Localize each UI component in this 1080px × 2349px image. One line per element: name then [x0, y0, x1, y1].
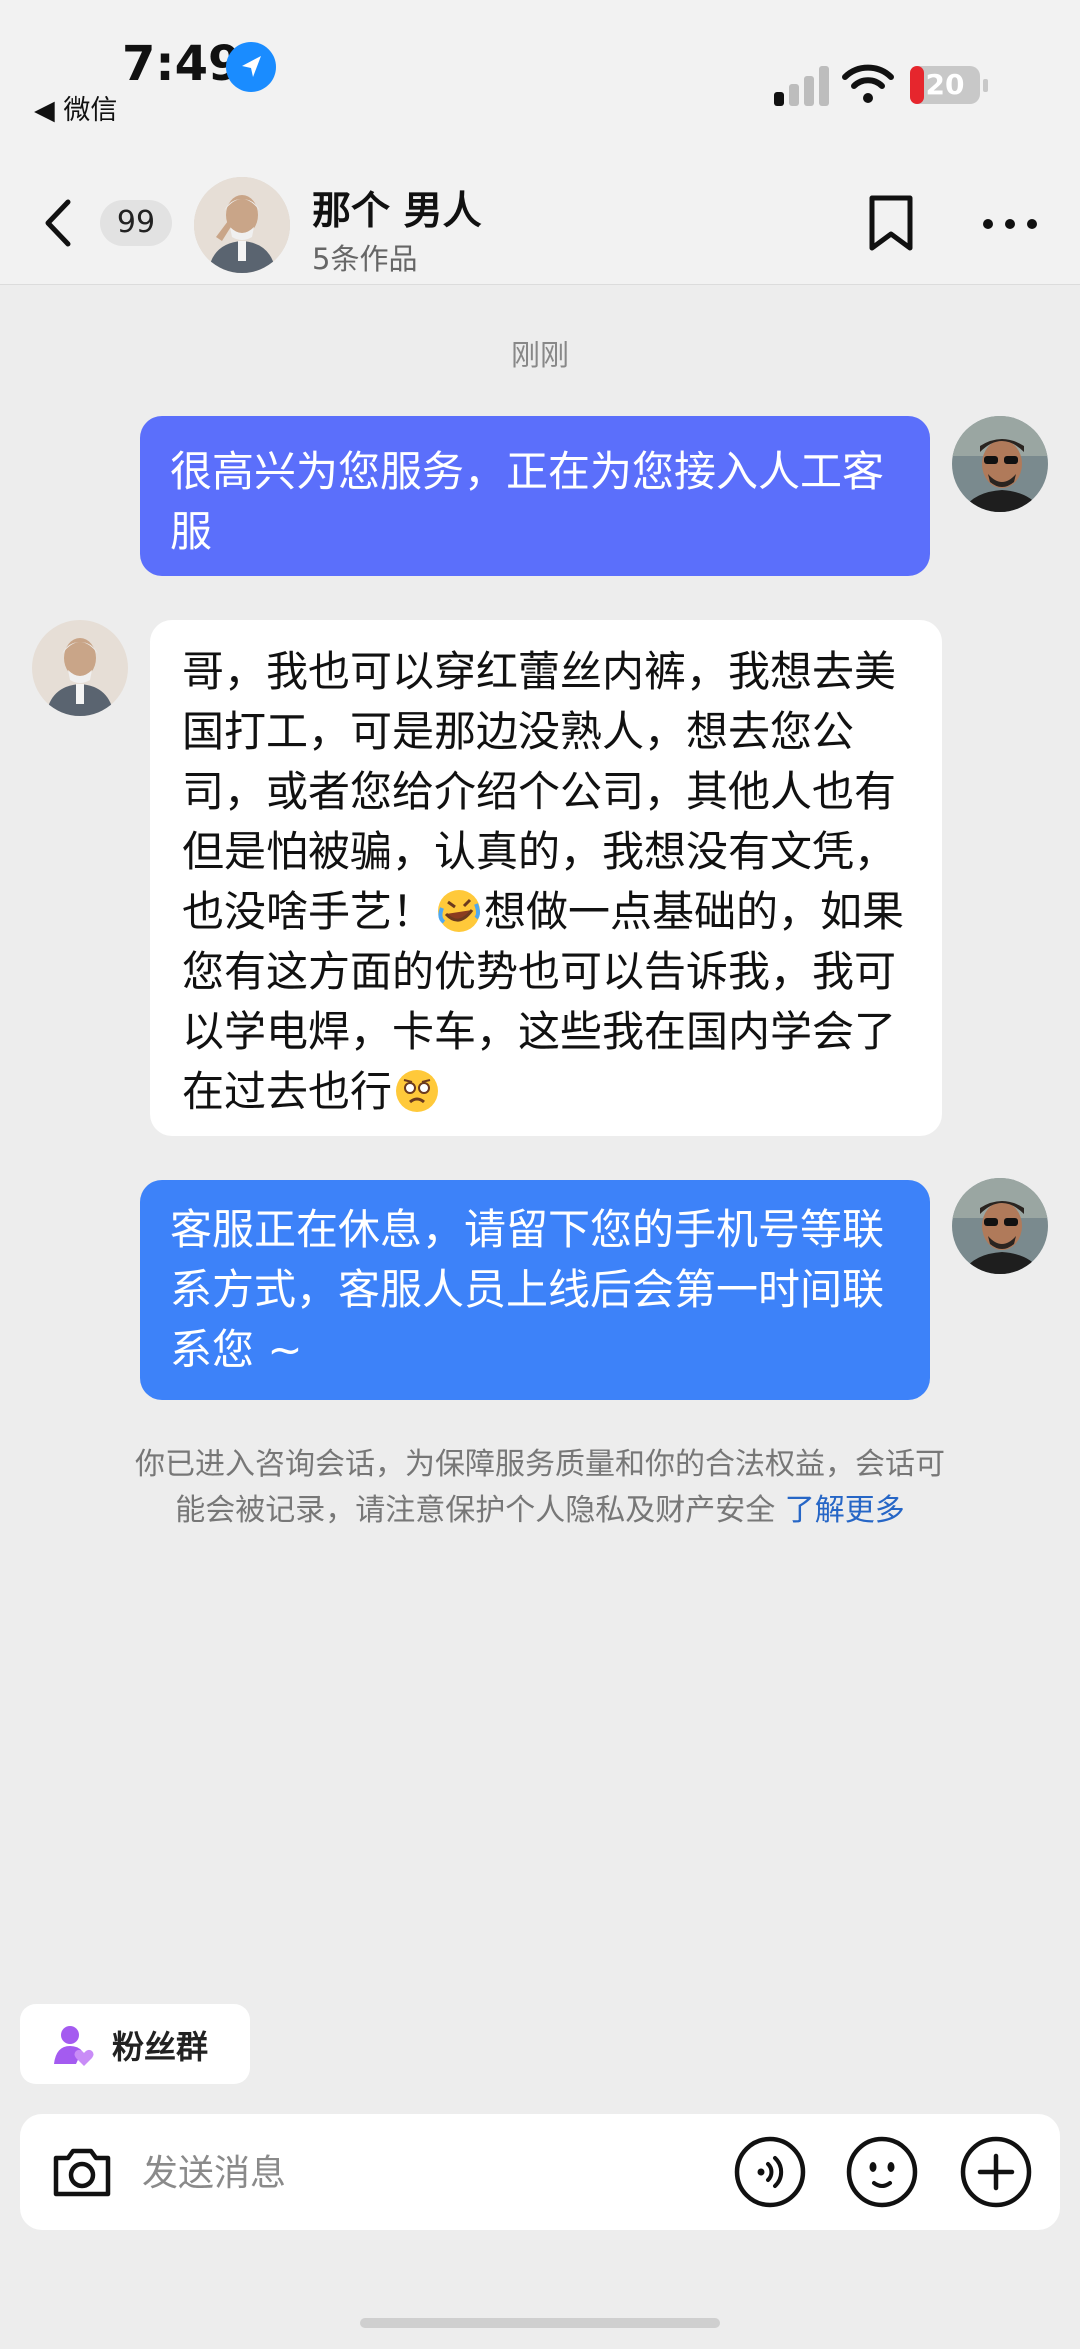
- privacy-notice: 你已进入咨询会话，为保障服务质量和你的合法权益，会话可能会被记录，请注意保护个人…: [126, 1442, 954, 1534]
- battery-icon: 20: [910, 66, 988, 104]
- fan-group-icon: [52, 2024, 96, 2068]
- incoming-message[interactable]: 哥，我也可以穿红蕾丝内裤，我想去美国打工，可是那边没熟人，想去您公司，或者您给介…: [150, 620, 942, 1136]
- status-bar: 7:49 ◀ 微信 20: [0, 0, 1080, 160]
- back-icon[interactable]: [36, 196, 86, 250]
- location-arrow-icon: [226, 42, 276, 92]
- contact-works-count: 5条作品: [312, 242, 418, 276]
- message-input-bar: [20, 2114, 1060, 2230]
- more-icon[interactable]: [980, 212, 1040, 236]
- message-timestamp: 刚刚: [510, 338, 569, 372]
- outgoing-message[interactable]: 很高兴为您服务，正在为您接入人工客服: [140, 416, 930, 576]
- status-time: 7:49: [122, 36, 242, 92]
- home-indicator[interactable]: [360, 2318, 720, 2328]
- rolling-laughing-emoji-icon: [436, 888, 482, 934]
- holding-back-tears-emoji-icon: [394, 1068, 440, 1114]
- unread-badge[interactable]: 99: [100, 200, 172, 246]
- contact-name: 那个 男人: [312, 189, 482, 234]
- voice-icon[interactable]: [734, 2136, 806, 2208]
- fan-group-button[interactable]: 粉丝群: [20, 2004, 250, 2084]
- chat-header: 99 那个 男人 5条作品: [0, 160, 1080, 285]
- bookmark-icon[interactable]: [862, 194, 920, 254]
- my-avatar[interactable]: [952, 416, 1048, 512]
- message-input[interactable]: [140, 2144, 704, 2202]
- camera-icon[interactable]: [46, 2136, 118, 2208]
- my-avatar[interactable]: [952, 1178, 1048, 1274]
- signal-icon: [774, 64, 832, 106]
- emoji-icon[interactable]: [846, 2136, 918, 2208]
- back-to-wechat[interactable]: ◀ 微信: [34, 88, 117, 127]
- contact-message-avatar[interactable]: [32, 620, 128, 716]
- learn-more-link[interactable]: 了解更多: [785, 1493, 905, 1528]
- plus-icon[interactable]: [960, 2136, 1032, 2208]
- wifi-icon: [842, 64, 894, 104]
- contact-avatar[interactable]: [194, 177, 290, 273]
- outgoing-message[interactable]: 客服正在休息，请留下您的手机号等联系方式，客服人员上线后会第一时间联系您 ~: [140, 1180, 930, 1400]
- fan-group-label: 粉丝群: [112, 2028, 209, 2066]
- battery-level: 20: [925, 68, 965, 101]
